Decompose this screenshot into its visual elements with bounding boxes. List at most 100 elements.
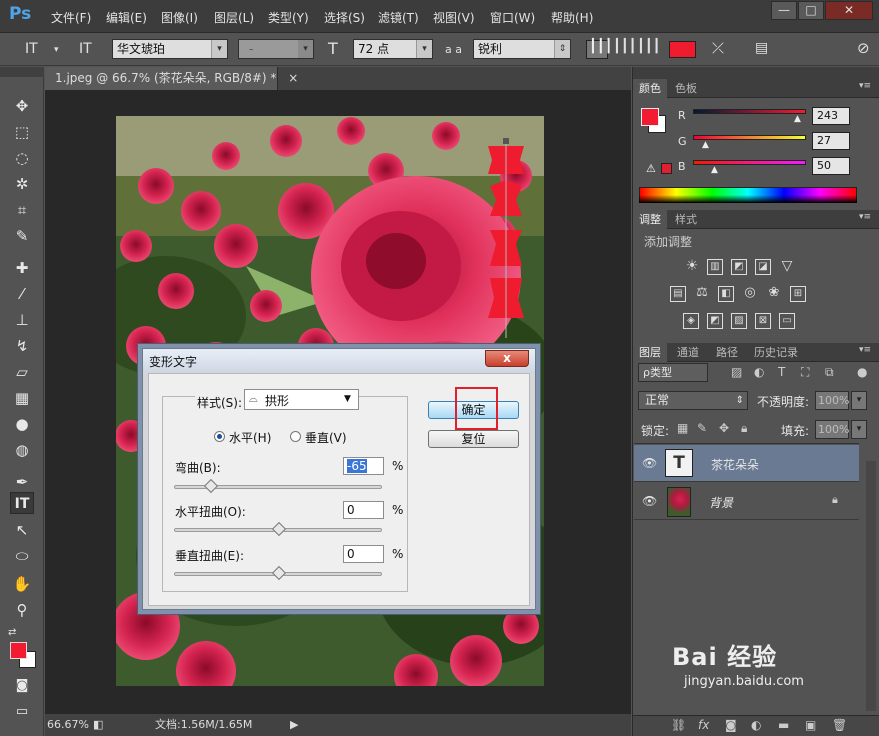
posterize-icon[interactable]: ◩ — [707, 313, 723, 329]
vdist-slider[interactable] — [174, 565, 382, 581]
antialias-select[interactable]: 锐利 ⇕ — [473, 39, 571, 59]
healing-brush-tool-icon[interactable]: ✚ — [10, 257, 34, 279]
filter-toggle-icon[interactable]: ● — [857, 365, 867, 379]
vdist-input[interactable]: 0 — [343, 545, 384, 563]
group-icon[interactable]: ▬ — [778, 718, 789, 732]
menu-help[interactable]: 帮助(H) — [551, 9, 593, 26]
dialog-close-button[interactable]: x — [485, 350, 529, 367]
layer-row-text[interactable]: 👁︎ T 茶花朵朵 — [634, 445, 859, 482]
opacity-input[interactable]: 100% — [815, 391, 849, 410]
filter-shape-icon[interactable]: ⛶ — [801, 365, 809, 380]
selective-color-icon[interactable]: ⊠ — [755, 313, 771, 329]
slider-thumb-icon[interactable]: ▲ — [702, 140, 709, 150]
channel-b-value[interactable]: 50 — [812, 157, 850, 175]
layer-name[interactable]: 茶花朵朵 — [711, 456, 759, 473]
exposure-icon[interactable]: ◪ — [755, 259, 771, 275]
gradient-map-icon[interactable]: ▭ — [779, 313, 795, 329]
panel-menu-icon[interactable]: ▾≡ — [859, 345, 871, 355]
align-center-icon[interactable]: ┃┃┃ — [613, 39, 636, 54]
tab-channels[interactable]: 通道 — [671, 343, 705, 362]
menu-layer[interactable]: 图层(L) — [214, 9, 254, 26]
horizontal-radio[interactable] — [214, 431, 225, 442]
layer-name[interactable]: 背景 — [709, 494, 733, 511]
layers-scrollbar[interactable] — [866, 461, 876, 711]
font-family-select[interactable]: 华文琥珀 ▾ — [112, 39, 228, 59]
link-icon[interactable]: ⛓ — [671, 718, 686, 732]
path-selection-tool-icon[interactable]: ↖ — [10, 519, 34, 541]
gamut-swatch[interactable] — [661, 163, 672, 174]
lock-position-icon[interactable]: ✥ — [719, 421, 729, 435]
bend-slider[interactable] — [174, 478, 382, 494]
blur-tool-icon[interactable]: ● — [10, 413, 34, 435]
menu-filter[interactable]: 滤镜(T) — [378, 9, 419, 26]
channel-r-slider[interactable] — [693, 109, 806, 114]
hand-tool-icon[interactable]: ✋ — [10, 573, 34, 595]
close-icon[interactable]: × — [288, 71, 298, 85]
stamp-tool-icon[interactable]: ⊥ — [10, 309, 34, 331]
invert-icon[interactable]: ◈ — [683, 313, 699, 329]
hdist-input[interactable]: 0 — [343, 501, 384, 519]
tab-paths[interactable]: 路径 — [710, 343, 744, 362]
fx-icon[interactable]: fx — [698, 718, 709, 732]
brush-tool-icon[interactable]: ⁄ — [10, 283, 34, 305]
vertical-radio[interactable] — [290, 431, 301, 442]
eraser-tool-icon[interactable]: ▱ — [10, 361, 34, 383]
hdist-slider[interactable] — [174, 521, 382, 537]
menu-select[interactable]: 选择(S) — [324, 9, 365, 26]
quick-mask-icon[interactable]: ◙ — [10, 675, 34, 697]
layer-filter-select[interactable]: ρ类型 — [638, 363, 708, 382]
new-layer-icon[interactable]: ▣ — [805, 718, 816, 732]
menu-window[interactable]: 窗口(W) — [490, 9, 535, 26]
channel-b-slider[interactable] — [693, 160, 806, 165]
lock-pixels-icon[interactable]: ✎ — [697, 421, 707, 435]
channel-mixer-icon[interactable]: ❀ — [766, 286, 782, 302]
chevron-down-icon[interactable]: ▾ — [851, 391, 867, 410]
align-right-icon[interactable]: ┃┃┃ — [637, 39, 660, 54]
channel-g-value[interactable]: 27 — [812, 132, 850, 150]
swap-colors-icon[interactable]: ⇄ — [8, 627, 16, 638]
curves-icon[interactable]: ◩ — [731, 259, 747, 275]
lasso-tool-icon[interactable]: ◌ — [10, 147, 34, 169]
menu-edit[interactable]: 编辑(E) — [106, 9, 147, 26]
panel-menu-icon[interactable]: ▾≡ — [859, 81, 871, 91]
marquee-tool-icon[interactable]: ⬚ — [10, 121, 34, 143]
font-size-select[interactable]: 72 点 ▾ — [353, 39, 433, 59]
bend-input[interactable]: -65 — [343, 457, 384, 475]
tab-swatches[interactable]: 色板 — [669, 79, 703, 98]
chevron-down-icon[interactable]: ▾ — [54, 45, 59, 55]
tab-color[interactable]: 颜色 — [633, 79, 667, 98]
history-brush-tool-icon[interactable]: ↯ — [10, 335, 34, 357]
font-style-select[interactable]: - ▾ — [238, 39, 314, 59]
menu-view[interactable]: 视图(V) — [433, 9, 475, 26]
filter-type-icon[interactable]: T — [778, 365, 785, 379]
filter-smart-icon[interactable]: ⧉ — [825, 365, 834, 380]
cancel-icon[interactable]: ⊘ — [857, 39, 870, 57]
eyedropper-tool-icon[interactable]: ✎ — [10, 225, 34, 247]
filter-adjust-icon[interactable]: ◐ — [754, 365, 764, 379]
visibility-eye-icon[interactable]: 👁︎ — [642, 494, 657, 508]
magic-wand-tool-icon[interactable]: ✲ — [10, 173, 34, 195]
levels-icon[interactable]: ▥ — [707, 259, 723, 275]
color-balance-icon[interactable]: ⚖ — [694, 286, 710, 302]
document-tab[interactable]: 1.jpeg @ 66.7% (茶花朵朵, RGB/8#) * × — [45, 67, 298, 90]
horizontal-label[interactable]: 水平(H) — [229, 429, 271, 446]
zoom-readout[interactable]: 66.67% — [47, 714, 89, 736]
delete-icon[interactable]: 🗑︎ — [832, 718, 847, 732]
lock-transparent-icon[interactable]: ▦ — [677, 421, 688, 435]
warp-text-icon[interactable]: ⤫ — [712, 39, 724, 57]
slider-thumb-icon[interactable]: ▲ — [794, 114, 801, 124]
tab-history[interactable]: 历史记录 — [748, 343, 804, 362]
color-lookup-icon[interactable]: ⊞ — [790, 286, 806, 302]
brightness-icon[interactable]: ☀ — [684, 259, 700, 275]
tab-styles[interactable]: 样式 — [669, 210, 703, 229]
pen-tool-icon[interactable]: ✒ — [10, 471, 34, 493]
minimize-button[interactable]: — — [771, 1, 797, 20]
blend-mode-select[interactable]: 正常 ⇕ — [638, 391, 748, 410]
color-fg-swatch[interactable] — [641, 108, 659, 126]
type-tool-preset-icon[interactable]: IT — [25, 41, 38, 57]
visibility-eye-icon[interactable]: 👁︎ — [642, 456, 657, 470]
gradient-tool-icon[interactable]: ▦ — [10, 387, 34, 409]
type-tool-icon[interactable]: IT — [10, 492, 34, 514]
menu-image[interactable]: 图像(I) — [161, 9, 198, 26]
play-arrow-icon[interactable]: ▶ — [290, 714, 298, 736]
